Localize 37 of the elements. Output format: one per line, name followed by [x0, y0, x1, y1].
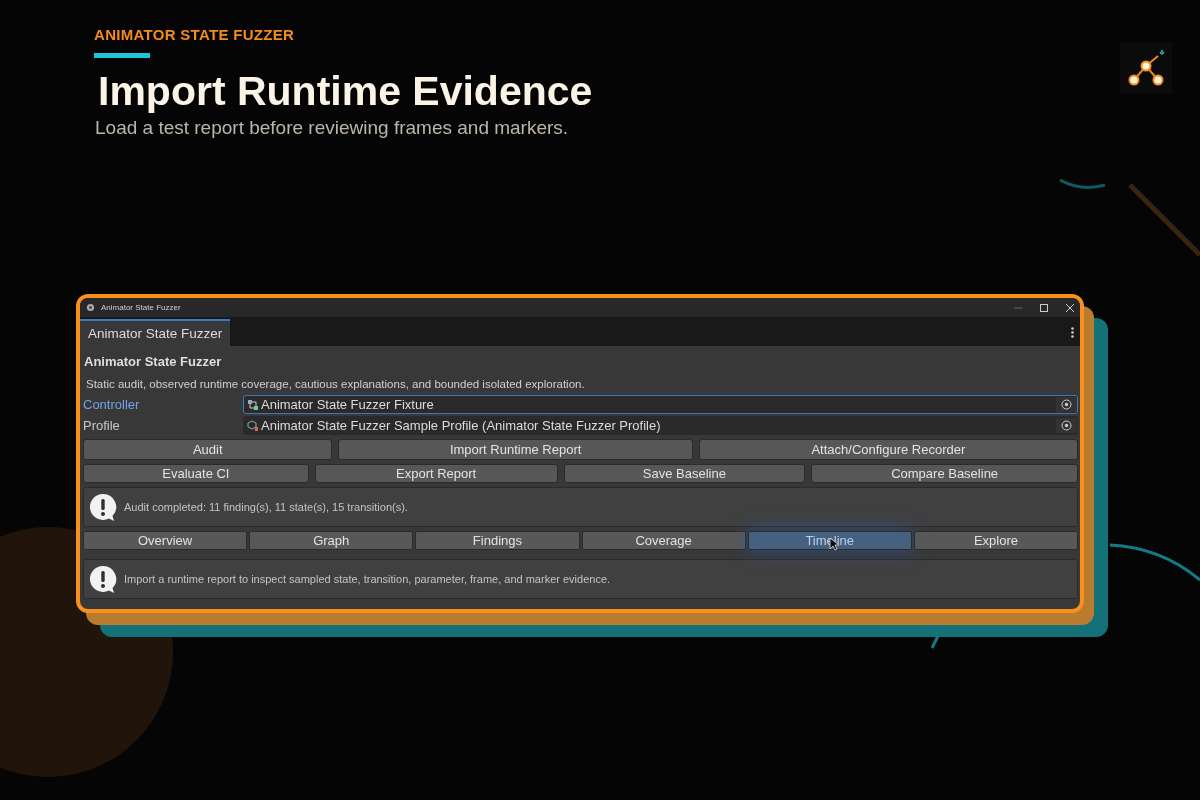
field-label: Controller	[83, 397, 141, 412]
controller-asset-icon	[247, 398, 259, 411]
action-button[interactable]: Import Runtime Report	[338, 439, 693, 460]
action-button[interactable]: Evaluate CI	[83, 464, 309, 483]
exclamation-bubble-icon	[88, 492, 118, 522]
object-picker-icon[interactable]	[1056, 418, 1077, 433]
view-tab[interactable]: Overview	[83, 531, 248, 550]
exclamation-bubble-icon	[88, 564, 118, 594]
view-tab[interactable]: Graph	[249, 531, 414, 550]
help-message: Import a runtime report to inspect sampled state, transition, parameter, frame, and marker evidence.	[124, 573, 611, 585]
status-message: Audit completed: 11 finding(s), 11 state(s), 15 transition(s).	[124, 501, 408, 513]
close-icon[interactable]	[1066, 303, 1074, 312]
object-field[interactable]: Animator State Fuzzer Fixture	[243, 395, 1078, 414]
logo-icon	[1120, 42, 1172, 94]
profile-asset-icon	[247, 419, 259, 432]
window-icon	[86, 303, 95, 312]
action-button[interactable]: Save Baseline	[563, 464, 806, 483]
maximize-icon[interactable]	[1040, 303, 1048, 312]
page-subtitle: Load a test report before reviewing frames and markers.	[95, 117, 570, 139]
panel-description: Static audit, observed runtime coverage, cautious explanations, and bounded isolated exploration.	[85, 377, 586, 392]
window-tab[interactable]: Animator State Fuzzer	[80, 319, 231, 346]
action-button[interactable]: Attach/Configure Recorder	[698, 439, 1078, 460]
view-tab[interactable]: Explore	[913, 531, 1078, 550]
page-title: Import Runtime Evidence	[98, 68, 594, 115]
eyebrow-label: ANIMATOR STATE FUZZER	[94, 26, 296, 43]
view-tab[interactable]: Findings	[415, 531, 580, 550]
decorative-arc	[1059, 178, 1106, 189]
object-picker-icon[interactable]	[1056, 397, 1077, 412]
view-tab[interactable]: Coverage	[581, 531, 746, 550]
object-field[interactable]: Animator State Fuzzer Sample Profile (Animator State Fuzzer Profile)	[243, 416, 1078, 435]
panel-heading: Animator State Fuzzer	[83, 353, 223, 371]
window-title: Animator State Fuzzer	[101, 303, 181, 312]
action-button[interactable]: Export Report	[314, 464, 558, 483]
action-button[interactable]: Audit	[83, 439, 333, 460]
more-menu-icon[interactable]	[1071, 327, 1074, 338]
field-label: Profile	[83, 418, 121, 433]
action-button[interactable]: Compare Baseline	[811, 464, 1078, 483]
